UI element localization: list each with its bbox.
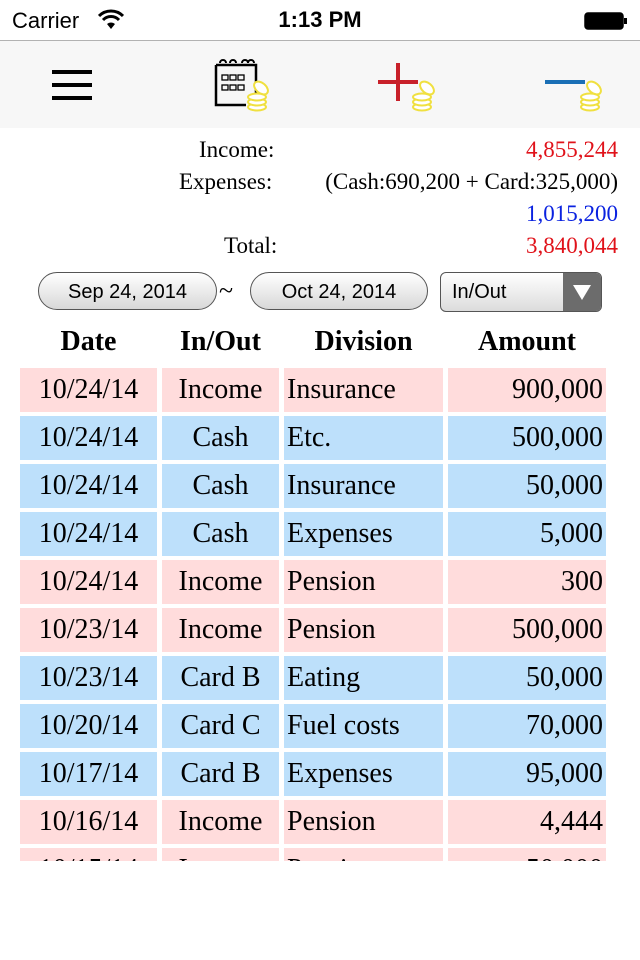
triangle-down-icon	[573, 285, 591, 300]
calendar-coins-icon	[214, 59, 269, 112]
table-row[interactable]: 10/24/14 Cash Etc. 500,000	[0, 416, 640, 460]
add-expense-button[interactable]	[540, 55, 610, 115]
type-selector[interactable]: In/Out	[440, 272, 602, 312]
table-header: Date In/Out Division Amount	[0, 322, 640, 362]
row-date[interactable]: 10/16/14	[20, 800, 157, 844]
row-division[interactable]: Expenses	[284, 512, 443, 556]
table-row[interactable]: 10/15/14 Income Pension 50,000	[0, 848, 640, 861]
grand-total: 3,840,044	[526, 233, 618, 258]
income-label: Income:	[199, 137, 275, 162]
row-date[interactable]: 10/20/14	[20, 704, 157, 748]
row-amount[interactable]: 500,000	[448, 416, 606, 460]
battery-icon	[584, 12, 627, 30]
row-amount[interactable]: 50,000	[448, 656, 606, 700]
menu-button[interactable]	[38, 55, 108, 115]
calendar-button[interactable]	[208, 55, 278, 115]
row-date[interactable]: 10/23/14	[20, 656, 157, 700]
table-row[interactable]: 10/20/14 Card C Fuel costs 70,000	[0, 704, 640, 748]
table-row[interactable]: 10/17/14 Card B Expenses 95,000	[0, 752, 640, 796]
row-division[interactable]: Pension	[284, 800, 443, 844]
row-inout[interactable]: Card B	[162, 752, 279, 796]
date-range-separator: ~	[219, 276, 234, 305]
row-date[interactable]: 10/23/14	[20, 608, 157, 652]
expenses-label: Expenses:	[179, 169, 273, 194]
table-row[interactable]: 10/23/14 Card B Eating 50,000	[0, 656, 640, 700]
total-label: Total:	[224, 233, 278, 258]
row-amount[interactable]: 5,000	[448, 512, 606, 556]
row-date[interactable]: 10/15/14	[20, 848, 157, 861]
dropdown-arrow[interactable]	[563, 273, 601, 311]
header-amount[interactable]: Amount	[448, 322, 606, 362]
plus-coins-icon	[378, 63, 435, 112]
row-amount[interactable]: 500,000	[448, 608, 606, 652]
row-date[interactable]: 10/24/14	[20, 512, 157, 556]
add-income-button[interactable]	[372, 55, 442, 115]
row-amount[interactable]: 900,000	[448, 368, 606, 412]
row-date[interactable]: 10/24/14	[20, 416, 157, 460]
row-inout[interactable]: Cash	[162, 512, 279, 556]
row-division[interactable]: Expenses	[284, 752, 443, 796]
transaction-list[interactable]: 10/24/14 Income Insurance 900,000 10/24/14 Ca…	[0, 368, 640, 861]
table-row[interactable]: 10/24/14 Income Pension 300	[0, 560, 640, 604]
header-division[interactable]: Division	[284, 322, 443, 362]
row-inout[interactable]: Income	[162, 608, 279, 652]
clock: 1:13 PM	[278, 7, 362, 32]
income-total: 4,855,244	[526, 137, 618, 162]
row-inout[interactable]: Cash	[162, 464, 279, 508]
end-date-button[interactable]: Oct 24, 2014	[250, 272, 428, 310]
minus-coins-icon	[545, 80, 602, 112]
hamburger-menu-icon	[52, 70, 92, 100]
row-inout[interactable]: Cash	[162, 416, 279, 460]
table-row[interactable]: 10/24/14 Income Insurance 900,000	[0, 368, 640, 412]
row-inout[interactable]: Card B	[162, 656, 279, 700]
status-bar: Carrier 1:13 PM	[0, 0, 640, 40]
row-division[interactable]: Insurance	[284, 368, 443, 412]
start-date-button[interactable]: Sep 24, 2014	[38, 272, 217, 310]
row-date[interactable]: 10/24/14	[20, 368, 157, 412]
row-amount[interactable]: 50,000	[448, 464, 606, 508]
table-row[interactable]: 10/16/14 Income Pension 4,444	[0, 800, 640, 844]
row-division[interactable]: Pension	[284, 848, 443, 861]
row-amount[interactable]: 4,444	[448, 800, 606, 844]
filter-bar: Sep 24, 2014 ~ Oct 24, 2014 In/Out	[0, 272, 640, 312]
toolbar	[0, 40, 640, 128]
row-date[interactable]: 10/17/14	[20, 752, 157, 796]
row-inout[interactable]: Income	[162, 800, 279, 844]
row-division[interactable]: Etc.	[284, 416, 443, 460]
row-date[interactable]: 10/24/14	[20, 464, 157, 508]
header-date[interactable]: Date	[20, 322, 157, 362]
row-inout[interactable]: Income	[162, 368, 279, 412]
expenses-breakdown: (Cash:690,200 + Card:325,000)	[325, 169, 618, 194]
row-division[interactable]: Eating	[284, 656, 443, 700]
row-amount[interactable]: 50,000	[448, 848, 606, 861]
row-division[interactable]: Fuel costs	[284, 704, 443, 748]
table-row[interactable]: 10/24/14 Cash Expenses 5,000	[0, 512, 640, 556]
row-amount[interactable]: 300	[448, 560, 606, 604]
header-inout[interactable]: In/Out	[162, 322, 279, 362]
row-amount[interactable]: 95,000	[448, 752, 606, 796]
row-division[interactable]: Pension	[284, 608, 443, 652]
table-row[interactable]: 10/24/14 Cash Insurance 50,000	[0, 464, 640, 508]
expenses-total: 1,015,200	[526, 201, 618, 226]
row-inout[interactable]: Card C	[162, 704, 279, 748]
row-date[interactable]: 10/24/14	[20, 560, 157, 604]
row-inout[interactable]: Income	[162, 848, 279, 861]
row-division[interactable]: Pension	[284, 560, 443, 604]
row-amount[interactable]: 70,000	[448, 704, 606, 748]
row-inout[interactable]: Income	[162, 560, 279, 604]
type-selector-value: In/Out	[452, 281, 507, 303]
table-row[interactable]: 10/23/14 Income Pension 500,000	[0, 608, 640, 652]
row-division[interactable]: Insurance	[284, 464, 443, 508]
